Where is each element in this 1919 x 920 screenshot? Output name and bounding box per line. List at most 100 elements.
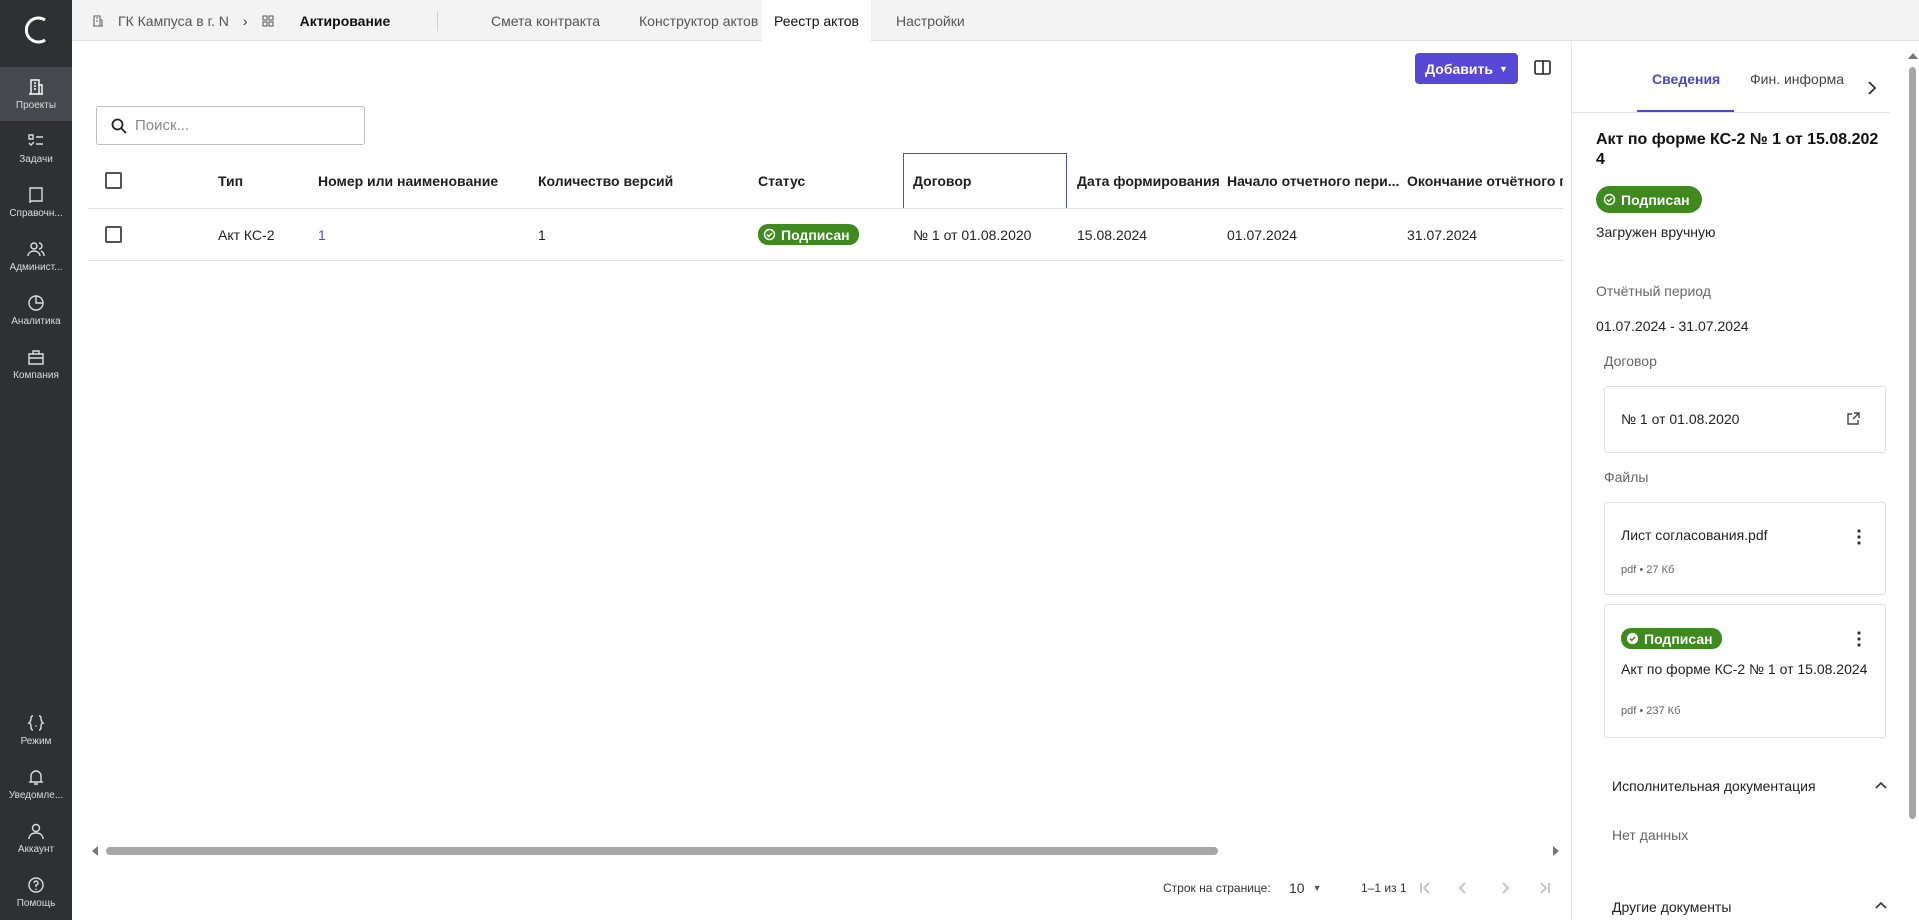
files-label: Файлы	[1604, 469, 1649, 485]
rail-item-analytics[interactable]: Аналитика	[0, 283, 72, 337]
cell-contract: № 1 от 01.08.2020	[913, 226, 1032, 243]
act-title: Акт по форме КС-2 № 1 от 15.08.2024	[1596, 131, 1879, 168]
table-row[interactable]: Акт КС-2 1 1 Подписан № 1 от 01.08.2020 …	[88, 209, 1563, 261]
horizontal-scrollbar[interactable]	[88, 843, 1561, 859]
exec-docs-empty: Нет данных	[1612, 827, 1689, 843]
person-icon	[28, 823, 44, 839]
row-checkbox[interactable]	[105, 226, 122, 243]
scroll-left-arrow-icon[interactable]	[92, 846, 98, 856]
file-card[interactable]: Подписан Акт по форме КС-2 № 1 от 15.08.…	[1604, 604, 1886, 738]
status-badge: Подписан	[1621, 628, 1722, 649]
pie-chart-icon	[28, 294, 44, 311]
pagination-range: 1–1 из 1	[1361, 881, 1407, 895]
next-page-icon[interactable]	[1497, 880, 1513, 896]
rail-item-label: Справочн...	[9, 207, 63, 219]
scrollbar-thumb[interactable]	[1909, 67, 1916, 819]
add-button[interactable]: Добавить ▼	[1415, 53, 1518, 84]
vertical-scrollbar[interactable]	[1907, 51, 1918, 831]
panel-tab-details[interactable]: Сведения	[1652, 71, 1720, 103]
search-icon	[111, 118, 127, 134]
tab-acts-registry[interactable]: Реестр актов	[762, 0, 871, 41]
scrollbar-thumb[interactable]	[106, 847, 1218, 855]
book-icon	[29, 186, 43, 203]
other-docs-accordion[interactable]: Другие документы	[1612, 899, 1888, 919]
period-label: Отчётный период	[1596, 283, 1711, 299]
rail-item-label: Режим	[20, 735, 52, 747]
rail-item-admin[interactable]: Админист...	[0, 229, 72, 283]
external-link-icon[interactable]	[1845, 411, 1861, 427]
column-header-type[interactable]: Тип	[218, 153, 243, 208]
acts-table: Тип Номер или наименование Количество ве…	[88, 153, 1563, 261]
divider	[437, 11, 438, 31]
rail-item-projects[interactable]: Проекты	[0, 67, 72, 121]
column-header-period-end[interactable]: Окончание отчётного п	[1407, 153, 1563, 208]
breadcrumb-current: Актирование	[299, 12, 391, 29]
rows-per-page-value: 10	[1289, 880, 1305, 896]
contract-label: Договор	[1604, 353, 1657, 369]
first-page-icon[interactable]	[1417, 880, 1433, 896]
tab-settings[interactable]: Настройки	[884, 0, 977, 41]
help-icon	[28, 876, 44, 893]
verified-icon	[1626, 632, 1639, 645]
select-all-checkbox[interactable]	[105, 172, 122, 189]
search-box	[96, 106, 365, 145]
rail-item-label: Аккаунт	[17, 843, 55, 855]
column-header-contract[interactable]: Договор	[903, 153, 1067, 208]
column-header-number[interactable]: Номер или наименование	[318, 153, 498, 208]
file-name: Лист согласования.pdf	[1621, 527, 1768, 543]
rows-per-page-select[interactable]: 10 ▼	[1289, 875, 1322, 901]
tab-contract-estimate[interactable]: Смета контракта	[479, 0, 612, 41]
rail-item-mode[interactable]: Режим	[0, 703, 72, 757]
side-panel-toggle-icon[interactable]	[1534, 60, 1551, 75]
rail-item-reference[interactable]: Справочн...	[0, 175, 72, 229]
add-button-label: Добавить	[1425, 60, 1493, 77]
status-badge-label: Подписан	[1644, 630, 1713, 647]
upload-note: Загружен вручную	[1596, 224, 1716, 240]
cell-number-link[interactable]: 1	[318, 209, 326, 260]
rail-item-company[interactable]: Компания	[0, 337, 72, 391]
chevron-right-icon[interactable]	[1865, 81, 1879, 95]
briefcase-icon	[28, 349, 44, 365]
scroll-up-arrow-icon[interactable]	[1908, 53, 1918, 59]
grid-icon	[262, 15, 274, 26]
app-logo-icon[interactable]	[18, 12, 54, 48]
rail-item-tasks[interactable]: Задачи	[0, 121, 72, 175]
rail-item-help[interactable]: Помощь	[0, 865, 72, 919]
cell-type: Акт КС-2	[218, 226, 275, 243]
exec-docs-accordion[interactable]: Исполнительная документация	[1612, 773, 1888, 799]
exec-docs-label: Исполнительная документация	[1612, 778, 1816, 794]
tasks-icon	[28, 133, 43, 146]
scroll-right-arrow-icon[interactable]	[1553, 846, 1559, 856]
more-vertical-icon[interactable]	[1857, 631, 1861, 647]
file-card[interactable]: Лист согласования.pdf pdf • 27 Кб	[1604, 502, 1886, 595]
rail-item-label: Аналитика	[11, 315, 61, 327]
contract-value: № 1 от 01.08.2020	[1621, 411, 1740, 427]
panel-tab-financial[interactable]: Фин. информа	[1750, 71, 1855, 103]
check-circle-icon	[1603, 193, 1616, 206]
column-header-versions[interactable]: Количество версий	[538, 153, 673, 208]
column-header-status[interactable]: Статус	[758, 153, 805, 208]
search-input[interactable]	[135, 117, 335, 134]
left-rail: Проекты Задачи Справочн... Админист... А…	[0, 0, 72, 920]
breadcrumb-separator: ›	[242, 12, 248, 29]
column-header-period-start[interactable]: Начало отчетного пери...	[1227, 153, 1399, 208]
breadcrumb-project-link[interactable]: ГК Кампуса в г. N	[118, 13, 229, 29]
table-header: Тип Номер или наименование Количество ве…	[88, 153, 1563, 209]
contract-card[interactable]: № 1 от 01.08.2020	[1604, 386, 1886, 453]
tab-acts-builder[interactable]: Конструктор актов	[627, 0, 770, 41]
details-panel: Сведения Фин. информа Акт по форме КС-2 …	[1571, 41, 1919, 920]
tabs-divider	[1572, 112, 1890, 113]
more-vertical-icon[interactable]	[1857, 529, 1861, 545]
file-meta: pdf • 237 Кб	[1621, 705, 1681, 717]
rail-item-account[interactable]: Аккаунт	[0, 811, 72, 865]
rail-item-label: Админист...	[9, 261, 63, 273]
rows-per-page-label: Строк на странице:	[1163, 881, 1271, 895]
prev-page-icon[interactable]	[1455, 880, 1471, 896]
last-page-icon[interactable]	[1537, 880, 1553, 896]
column-header-date[interactable]: Дата формирования	[1077, 153, 1220, 208]
file-name: Акт по форме КС-2 № 1 от 15.08.2024	[1621, 661, 1868, 677]
status-badge: Подписан	[758, 224, 859, 245]
rail-item-notifications[interactable]: Уведомле...	[0, 757, 72, 811]
check-circle-icon	[763, 228, 776, 241]
cell-period-start: 01.07.2024	[1227, 226, 1298, 243]
